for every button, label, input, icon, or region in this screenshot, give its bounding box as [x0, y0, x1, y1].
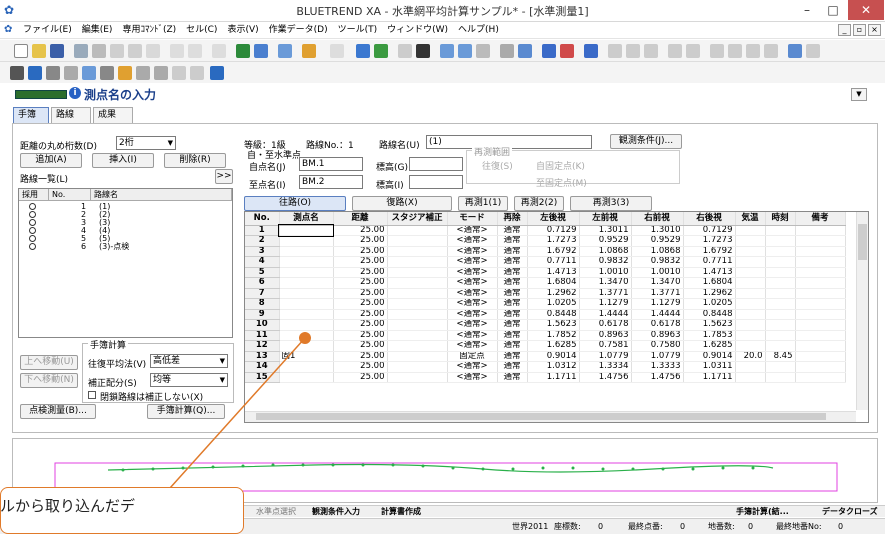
callout-line [169, 337, 306, 489]
callout-text: ルから取り込んだデ [0, 497, 136, 515]
callout-pointer [169, 332, 311, 489]
callout-dot [299, 332, 311, 344]
